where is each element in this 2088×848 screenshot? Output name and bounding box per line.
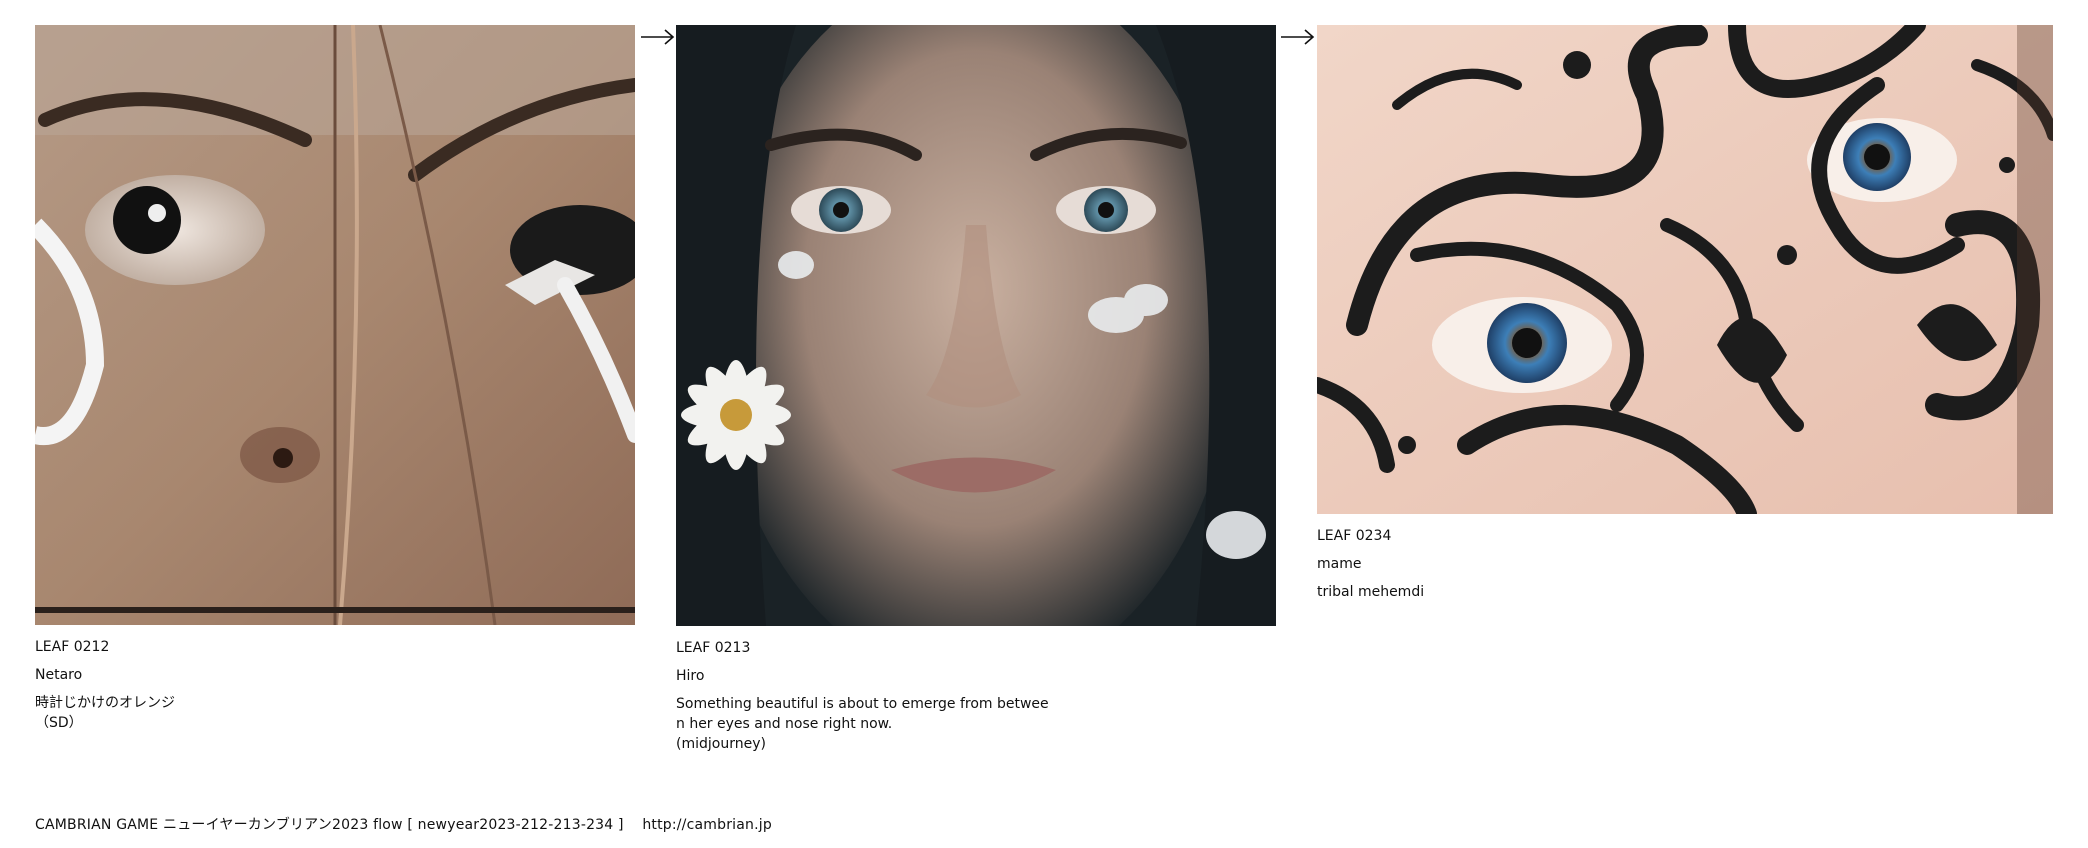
leaf-image-0212[interactable] — [35, 25, 635, 625]
leaf-card-0234: LEAF 0234 mame tribal mehemdi — [1317, 25, 2053, 602]
leaf-code: LEAF 0234 — [1317, 528, 1392, 544]
leaf-author[interactable]: Netaro — [35, 665, 635, 685]
leaf-image-0234[interactable] — [1317, 25, 2053, 514]
arrow-right-icon — [1281, 29, 1315, 45]
leaf-code: LEAF 0212 — [35, 639, 110, 655]
leaf-description: 時計じかけのオレンジ （SD） — [35, 695, 175, 731]
leaf-author[interactable]: mame — [1317, 554, 2053, 574]
leaf-author[interactable]: Hiro — [676, 666, 1276, 686]
leaf-code: LEAF 0213 — [676, 640, 751, 656]
leaf-description: tribal mehemdi — [1317, 584, 1425, 600]
footer-flow-text: CAMBRIAN GAME ニューイヤーカンブリアン2023 flow [ ne… — [35, 817, 624, 833]
face-clockwork-eye-image — [35, 25, 635, 625]
leaf-description: Something beautiful is about to emerge f… — [676, 696, 1049, 752]
footer: CAMBRIAN GAME ニューイヤーカンブリアン2023 flow [ ne… — [35, 814, 772, 834]
leaf-image-0213[interactable] — [676, 25, 1276, 626]
leaf-card-0212: LEAF 0212 Netaro 時計じかけのオレンジ （SD） — [35, 25, 635, 733]
tribal-eye-image — [1317, 25, 2053, 514]
leaf-meta-0212: LEAF 0212 Netaro 時計じかけのオレンジ （SD） — [35, 637, 635, 733]
arrow-right-icon — [641, 29, 675, 45]
leaf-card-0213: LEAF 0213 Hiro Something beautiful is ab… — [676, 25, 1276, 754]
face-flowers-image — [676, 25, 1276, 626]
footer-site-link[interactable]: http://cambrian.jp — [642, 817, 772, 833]
leaf-meta-0234: LEAF 0234 mame tribal mehemdi — [1317, 526, 2053, 602]
leaf-meta-0213: LEAF 0213 Hiro Something beautiful is ab… — [676, 638, 1276, 754]
